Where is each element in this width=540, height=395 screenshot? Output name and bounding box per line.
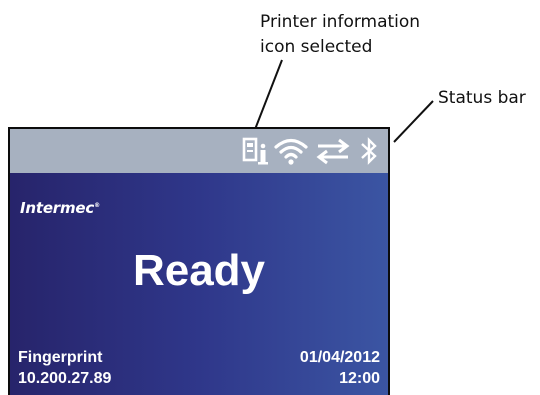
printer-info-callout-line-1: Printer information <box>260 12 421 32</box>
footer-left-info: Fingerprint 10.200.27.89 <box>18 347 111 389</box>
intermec-logo: Intermec® <box>20 199 100 217</box>
connection-arrows-icon[interactable] <box>315 136 351 166</box>
printer-status-text: Ready <box>132 246 266 295</box>
footer-right-info: 01/04/2012 12:00 <box>300 347 380 389</box>
bluetooth-icon[interactable] <box>359 136 379 166</box>
time-readout: 12:00 <box>339 370 380 387</box>
printer-info-callout-line-2: icon selected <box>260 37 373 57</box>
app-name: Fingerprint <box>18 349 103 366</box>
printer-info-callout: Printer information icon selected <box>260 10 420 60</box>
annotated-printer-screen: Printer information icon selected Status… <box>0 0 540 395</box>
wifi-icon[interactable] <box>274 136 308 166</box>
printer-information-icon[interactable] <box>242 136 268 166</box>
status-bar-leader-line <box>393 100 434 143</box>
status-bar <box>10 129 388 173</box>
brand-wordmark: Intermec <box>20 199 95 217</box>
status-bar-callout: Status bar <box>438 88 526 108</box>
printer-info-leader-line <box>253 59 283 133</box>
registered-mark: ® <box>94 202 100 209</box>
printer-display-screen: Intermec® Ready Fingerprint 10.200.27.89… <box>8 127 390 395</box>
date-readout: 01/04/2012 <box>299 349 380 366</box>
ip-address: 10.200.27.89 <box>18 370 112 387</box>
